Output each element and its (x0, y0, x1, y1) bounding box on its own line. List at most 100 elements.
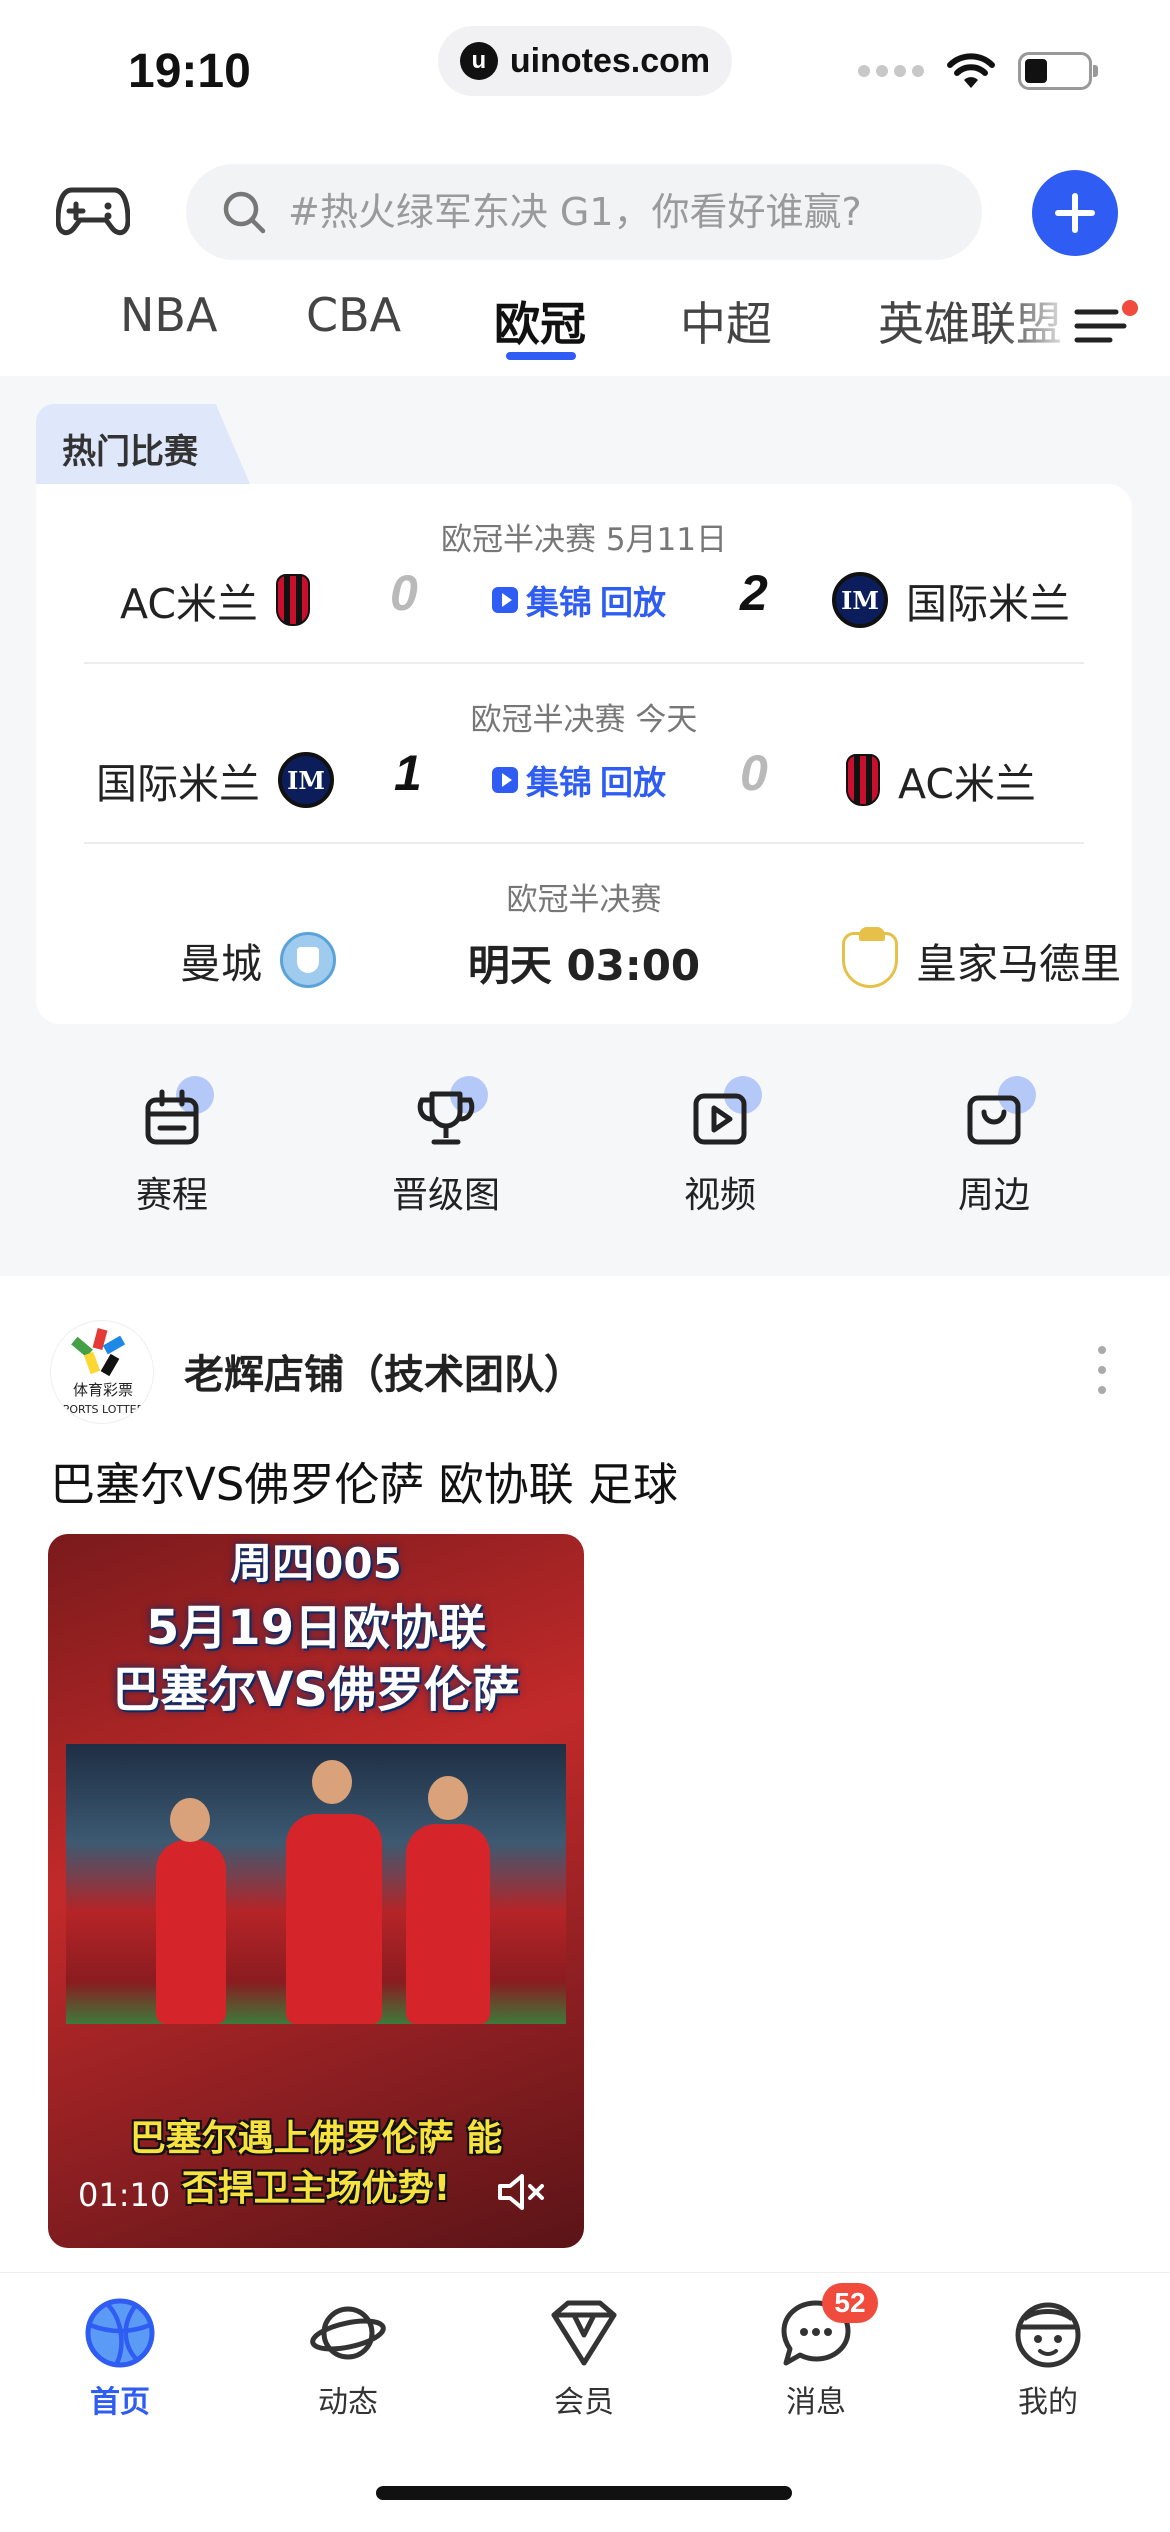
nav-feed[interactable]: 动态 (278, 2295, 418, 2421)
video-icon (690, 1076, 762, 1148)
basketball-icon (82, 2295, 158, 2371)
search-input[interactable] (288, 190, 928, 234)
league-tabs: NBA CBA 欧冠 中超 英雄联盟 (0, 280, 1170, 366)
search-row (0, 164, 1170, 264)
plus-icon (1055, 193, 1095, 233)
match-row[interactable]: 欧冠半决赛 今天 国际米兰 1 集锦 回放 0 AC米兰 (36, 664, 1132, 842)
status-icons (858, 52, 1098, 90)
nav-label: 会员 (554, 2385, 614, 2420)
url-pill[interactable]: u uinotes.com (438, 26, 732, 96)
player-figure (406, 1824, 490, 2024)
replay-link[interactable]: 回放 (600, 576, 666, 624)
tab-csl[interactable]: 中超 (680, 288, 772, 354)
lottery-logo-icon: 体育彩票 SPORTS LOTTERY (56, 1328, 151, 1416)
quick-nav-label: 赛程 (135, 1175, 208, 1216)
away-score: 2 (740, 565, 768, 621)
quick-nav-label: 视频 (683, 1175, 756, 1216)
post-title[interactable]: 巴塞尔VS佛罗伦萨 欧协联 足球 (50, 1448, 678, 1513)
cellular-signal-icon (858, 65, 924, 77)
player-figure (428, 1776, 468, 1820)
video-overlay-line: 巴塞尔VS佛罗伦萨 (112, 1662, 520, 1718)
team-name: AC米兰 (898, 760, 1036, 808)
player-figure (170, 1798, 210, 1842)
match-links: 集锦 回放 (492, 576, 666, 624)
notification-dot (1122, 300, 1138, 316)
trophy-icon (416, 1076, 488, 1148)
video-photo (66, 1744, 566, 2024)
inter-milan-crest-icon (278, 752, 334, 808)
ac-milan-crest-icon (275, 574, 310, 626)
hot-matches-card: 欧冠半决赛 5月11日 AC米兰 0 集锦 回放 2 国际米兰 欧冠半决赛 今天… (36, 484, 1132, 1024)
match-meta: 欧冠半决赛 今天 (470, 702, 698, 738)
away-team: AC米兰 (846, 750, 1036, 810)
tab-menu-button[interactable] (1074, 300, 1138, 350)
match-row[interactable]: 欧冠半决赛 曼城 明天 03:00 皇家马德里 (36, 844, 1132, 1022)
match-meta: 欧冠半决赛 5月11日 (440, 522, 728, 558)
tab-fade (1000, 280, 1076, 366)
team-name: 国际米兰 (906, 580, 1070, 628)
highlights-link[interactable]: 集锦 (526, 576, 592, 624)
unread-badge: 52 (822, 2283, 878, 2323)
match-links: 集锦 回放 (492, 756, 666, 804)
quick-nav-label: 周边 (957, 1175, 1030, 1216)
nav-label: 我的 (1018, 2385, 1078, 2420)
add-button[interactable] (1032, 170, 1118, 256)
search-bar[interactable] (186, 164, 982, 260)
quick-nav: 赛程 晋级图 视频 周边 (0, 1068, 1170, 1238)
player-figure (156, 1840, 226, 2024)
author-avatar[interactable]: 体育彩票 SPORTS LOTTERY (50, 1320, 154, 1424)
hot-matches-tag: 热门比赛 (36, 404, 250, 484)
nav-profile[interactable]: 我的 (978, 2295, 1118, 2421)
nav-label: 首页 (90, 2385, 150, 2420)
nav-messages[interactable]: 52 消息 (746, 2283, 886, 2421)
nav-home[interactable]: 首页 (50, 2295, 190, 2421)
video-duration: 01:10 (78, 2176, 171, 2214)
quick-nav-video[interactable]: 视频 (640, 1068, 800, 1218)
highlights-link[interactable]: 集锦 (526, 756, 592, 804)
home-team: AC米兰 (120, 570, 310, 630)
planet-icon (310, 2295, 386, 2371)
quick-nav-merch[interactable]: 周边 (914, 1068, 1074, 1218)
quick-nav-schedule[interactable]: 赛程 (92, 1068, 252, 1218)
away-team: 国际米兰 (832, 570, 1070, 630)
tab-champions-league[interactable]: 欧冠 (494, 288, 586, 354)
inter-milan-crest-icon (832, 572, 888, 628)
quick-nav-bracket[interactable]: 晋级图 (366, 1068, 526, 1218)
tab-cba[interactable]: CBA (306, 288, 401, 342)
play-icon (492, 587, 518, 613)
home-team: 国际米兰 (96, 750, 334, 810)
video-overlay-line: 周四005 (230, 1539, 402, 1588)
player-figure (312, 1760, 352, 1804)
svg-text:体育彩票: 体育彩票 (73, 1381, 133, 1399)
battery-icon (1018, 52, 1098, 90)
ac-milan-crest-icon (846, 754, 880, 806)
nav-label: 消息 (786, 2385, 846, 2420)
video-caption-line: 巴塞尔遇上佛罗伦萨 能 (129, 2118, 503, 2159)
match-row[interactable]: 欧冠半决赛 5月11日 AC米兰 0 集锦 回放 2 国际米兰 (36, 484, 1132, 662)
status-time: 19:10 (128, 45, 251, 98)
away-score: 0 (740, 745, 768, 801)
author-name[interactable]: 老辉店铺（技术团队） (184, 1342, 584, 1400)
more-options-icon[interactable] (1096, 1346, 1108, 1394)
home-indicator (376, 2486, 792, 2500)
section-divider (0, 1246, 1170, 1276)
gamepad-icon[interactable] (56, 184, 130, 240)
menu-icon (1074, 309, 1127, 343)
replay-link[interactable]: 回放 (600, 756, 666, 804)
url-text: uinotes.com (509, 41, 711, 80)
tab-nba[interactable]: NBA (120, 288, 217, 342)
nav-vip[interactable]: 会员 (514, 2295, 654, 2421)
video-thumbnail[interactable]: 周四005 5月19日欧协联 巴塞尔VS佛罗伦萨 巴塞尔遇上佛罗伦萨 能 否捍卫… (48, 1534, 584, 2248)
svg-text:SPORTS LOTTERY: SPORTS LOTTERY (56, 1403, 151, 1416)
quick-nav-label: 晋级图 (391, 1175, 500, 1216)
chat-bubble-icon: 52 (778, 2283, 878, 2371)
status-bar: 19:10 u uinotes.com (0, 0, 1170, 140)
wifi-icon (947, 53, 995, 88)
player-figure (286, 1814, 382, 2024)
team-name: 皇家马德里 (916, 940, 1121, 988)
real-madrid-crest-icon (842, 927, 898, 988)
site-logo-icon: u (459, 42, 498, 80)
home-score: 1 (394, 745, 422, 801)
mute-icon[interactable] (496, 2170, 548, 2214)
match-meta: 欧冠半决赛 (506, 882, 662, 918)
